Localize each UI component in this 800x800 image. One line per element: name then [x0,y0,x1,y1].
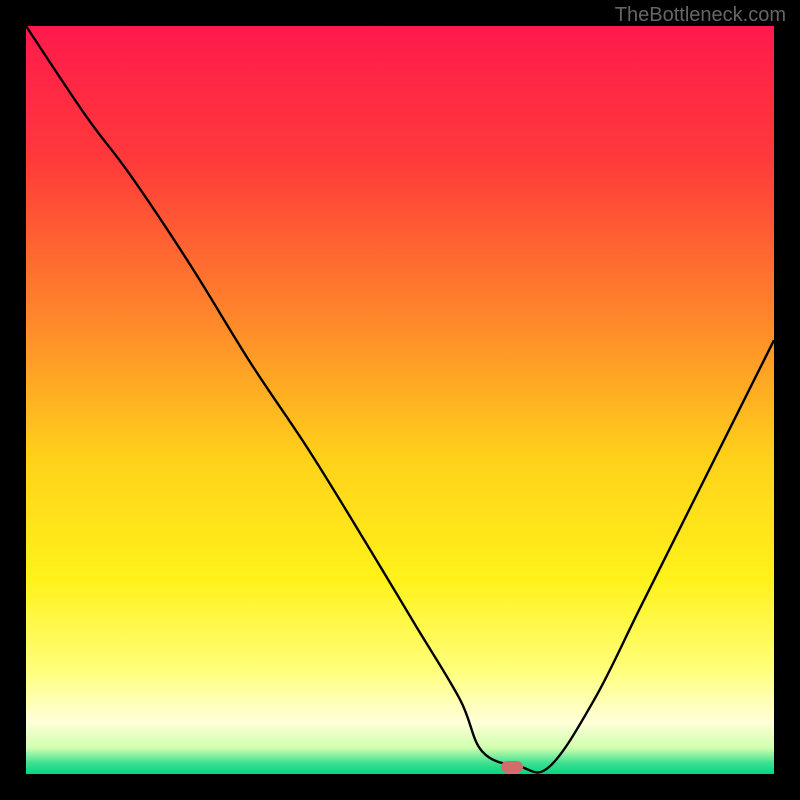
watermark-text: TheBottleneck.com [615,4,786,27]
curve-layer [26,26,774,774]
bottleneck-curve [26,26,774,773]
plot-area [26,26,774,774]
optimal-point-marker [501,761,523,773]
chart-container: TheBottleneck.com [0,0,800,800]
